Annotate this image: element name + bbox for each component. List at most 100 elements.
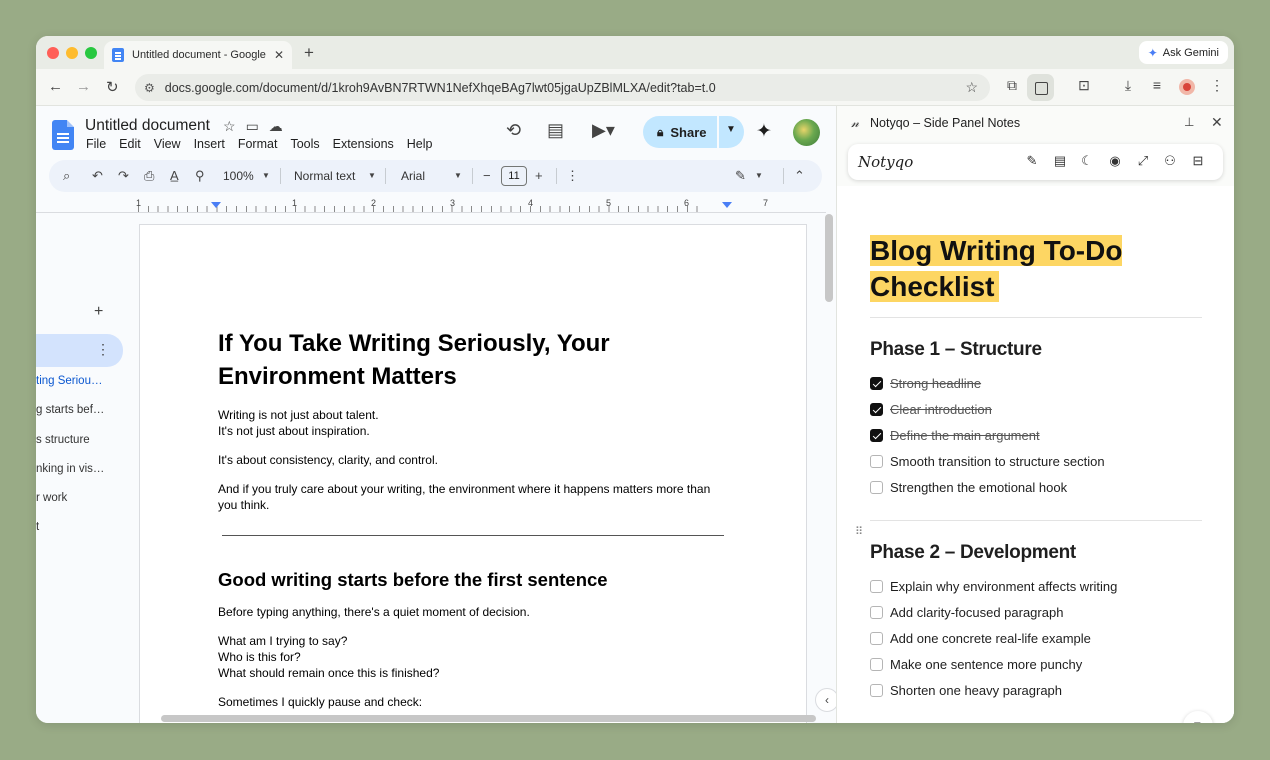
checklist-item[interactable]: Smooth transition to structure section xyxy=(870,454,1105,469)
side-panel-toggle-button[interactable] xyxy=(1027,74,1054,101)
bookmark-star-icon[interactable]: ☆ xyxy=(965,79,978,96)
gemini-icon[interactable]: ✦ xyxy=(756,120,772,143)
font-select[interactable]: Arial xyxy=(401,169,425,183)
browser-menu-icon[interactable]: ⋮ xyxy=(1207,77,1227,94)
user-avatar[interactable] xyxy=(793,119,820,146)
checklist-item[interactable]: Strengthen the emotional hook xyxy=(870,480,1067,495)
cloud-status-icon[interactable]: ☁ xyxy=(269,118,283,135)
checklist-item[interactable]: Define the main argument xyxy=(870,428,1040,443)
checklist-item[interactable]: Add one concrete real-life example xyxy=(870,631,1091,646)
search-menus-icon[interactable]: ⌕ xyxy=(63,168,70,184)
dark-mode-moon-icon[interactable]: ☾ xyxy=(1079,153,1095,169)
tab-options-icon[interactable]: ⋮ xyxy=(96,341,110,358)
decrease-font-button[interactable]: − xyxy=(483,168,491,183)
add-tab-button[interactable]: + xyxy=(94,303,103,321)
drag-handle-icon[interactable]: ⠿ xyxy=(855,525,863,538)
outline-item[interactable]: t xyxy=(36,521,39,533)
outline-item[interactable]: r work xyxy=(36,492,67,504)
reload-icon[interactable]: ↻ xyxy=(106,78,119,96)
hide-menus-chevron-up-icon[interactable]: ⌃ xyxy=(794,168,805,184)
menu-tools[interactable]: Tools xyxy=(290,137,319,151)
left-indent-marker[interactable] xyxy=(211,202,221,208)
expand-icon[interactable]: ⤢ xyxy=(1135,153,1151,169)
meet-camera-icon[interactable]: ▶▾ xyxy=(592,120,615,141)
checkbox[interactable] xyxy=(870,606,883,619)
menu-insert[interactable]: Insert xyxy=(194,137,225,151)
copy-icon[interactable]: ⧉ xyxy=(1183,711,1213,723)
outline-active-tab[interactable]: ⋮ xyxy=(36,334,123,367)
star-icon[interactable]: ☆ xyxy=(223,118,236,135)
layout-panel-icon[interactable]: ⊟ xyxy=(1190,153,1206,169)
outline-item[interactable]: nking in vis… xyxy=(36,463,104,475)
outline-item[interactable]: g starts bef… xyxy=(36,404,104,416)
account-icon[interactable]: ⚇ xyxy=(1162,153,1178,169)
checkbox[interactable] xyxy=(870,658,883,671)
checklist-item[interactable]: Clear introduction xyxy=(870,402,992,417)
move-folder-icon[interactable]: ▭ xyxy=(246,118,259,135)
checklist-item[interactable]: Add clarity-focused paragraph xyxy=(870,605,1063,620)
download-icon[interactable]: ⤓ xyxy=(1118,77,1138,94)
menu-format[interactable]: Format xyxy=(238,137,278,151)
site-info-icon[interactable]: ⚙ xyxy=(144,81,155,95)
checkbox[interactable] xyxy=(870,684,883,697)
palette-icon[interactable]: ◉ xyxy=(1107,153,1123,169)
checkbox[interactable] xyxy=(870,580,883,593)
font-size-input[interactable]: 11 xyxy=(501,166,527,186)
zoom-select[interactable]: 100% xyxy=(223,169,254,183)
right-indent-marker[interactable] xyxy=(722,202,732,208)
ask-gemini-button[interactable]: ✦ Ask Gemini xyxy=(1138,41,1228,64)
note-editor[interactable]: Blog Writing To-Do Checklist Phase 1 – S… xyxy=(837,186,1234,723)
spellcheck-icon[interactable]: A̲ xyxy=(170,168,179,183)
print-icon[interactable]: ⎙ xyxy=(144,168,154,184)
style-dropdown-icon[interactable]: ▼ xyxy=(368,171,376,180)
redo-icon[interactable]: ↷ xyxy=(118,168,129,184)
horizontal-scrollbar[interactable] xyxy=(161,715,816,722)
share-dropdown-icon[interactable]: ▼ xyxy=(726,124,736,135)
editing-mode-pencil-icon[interactable]: ✎ xyxy=(735,168,746,184)
close-tab-icon[interactable]: ✕ xyxy=(274,48,284,62)
outline-item[interactable]: s structure xyxy=(36,434,90,446)
address-bar[interactable]: ⚙ docs.google.com/document/d/1kroh9AvBN7… xyxy=(135,74,990,101)
tab-search-icon[interactable]: ⊡ xyxy=(1074,77,1094,94)
increase-font-button[interactable]: + xyxy=(535,168,543,183)
document-title[interactable]: Untitled document xyxy=(85,117,210,135)
vertical-scrollbar[interactable] xyxy=(825,214,833,302)
maximize-window-button[interactable] xyxy=(85,47,97,59)
document-page[interactable]: If You Take Writing Seriously, Your Envi… xyxy=(139,224,807,723)
minimize-window-button[interactable] xyxy=(66,47,78,59)
checklist-item[interactable]: Explain why environment affects writing xyxy=(870,579,1117,594)
menu-file[interactable]: File xyxy=(86,137,106,151)
share-button[interactable]: 🔒︎ Share ▼ xyxy=(643,116,744,148)
checklist-item[interactable]: Shorten one heavy paragraph xyxy=(870,683,1062,698)
extensions-puzzle-icon[interactable]: ⧉ xyxy=(1002,77,1022,94)
outline-item[interactable]: ting Seriou… xyxy=(36,375,102,387)
style-select[interactable]: Normal text xyxy=(294,169,355,183)
checkbox[interactable] xyxy=(870,455,883,468)
version-history-icon[interactable]: ⟲ xyxy=(506,120,521,141)
menu-view[interactable]: View xyxy=(154,137,181,151)
checkbox[interactable] xyxy=(870,481,883,494)
font-dropdown-icon[interactable]: ▼ xyxy=(454,171,462,180)
menu-edit[interactable]: Edit xyxy=(119,137,141,151)
pin-icon[interactable]: ⊥ xyxy=(1184,115,1194,129)
checklist-item[interactable]: Make one sentence more punchy xyxy=(870,657,1082,672)
paint-format-icon[interactable]: ⚲ xyxy=(195,168,205,184)
undo-icon[interactable]: ↶ xyxy=(92,168,103,184)
checkbox[interactable] xyxy=(870,632,883,645)
browser-tab[interactable]: Untitled document - Google D ✕ xyxy=(104,41,292,69)
forward-icon[interactable]: → xyxy=(76,78,91,95)
checkbox-checked[interactable] xyxy=(870,403,883,416)
docs-logo-icon[interactable] xyxy=(52,120,74,150)
zoom-dropdown-icon[interactable]: ▼ xyxy=(262,171,270,180)
edit-note-icon[interactable]: ✎ xyxy=(1024,153,1040,169)
back-icon[interactable]: ← xyxy=(48,78,63,95)
reading-list-icon[interactable]: ≡ xyxy=(1147,77,1167,93)
document-icon[interactable]: ▤ xyxy=(1052,153,1068,169)
checklist-item[interactable]: Strong headline xyxy=(870,376,981,391)
checkbox-checked[interactable] xyxy=(870,377,883,390)
more-tools-icon[interactable]: ⋮ xyxy=(566,168,579,184)
extension-avatar-icon[interactable] xyxy=(1179,79,1195,95)
editing-mode-dropdown-icon[interactable]: ▼ xyxy=(755,171,763,180)
comments-icon[interactable]: ▤ xyxy=(547,120,564,141)
new-tab-button[interactable]: + xyxy=(304,43,314,63)
